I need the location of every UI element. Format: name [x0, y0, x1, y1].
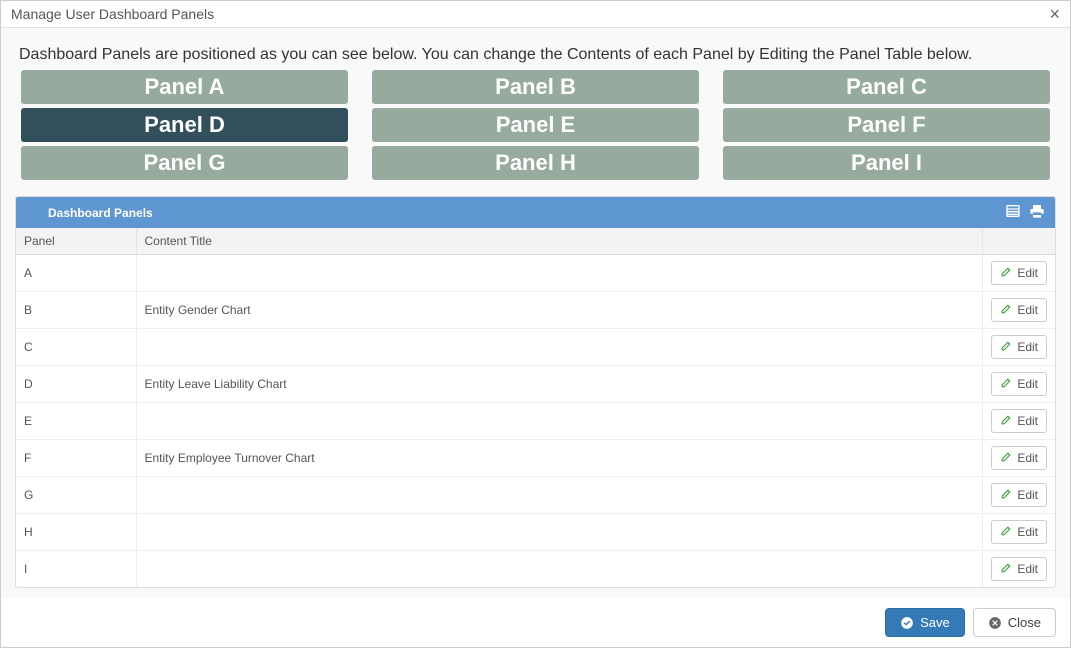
edit-button[interactable]: Edit [991, 335, 1047, 359]
panel-tile-panel-a[interactable]: Panel A [21, 70, 348, 104]
cell-actions: Edit [983, 329, 1055, 366]
edit-button[interactable]: Edit [991, 483, 1047, 507]
card-title: Dashboard Panels [48, 206, 153, 220]
close-circle-icon [988, 616, 1002, 630]
panel-tile-panel-b[interactable]: Panel B [372, 70, 699, 104]
dashboard-panels-card: Dashboard Panels Panel Content Title [15, 196, 1056, 588]
cell-panel: C [16, 329, 136, 366]
panel-position-grid: Panel APanel BPanel CPanel DPanel EPanel… [15, 70, 1056, 182]
cell-content-title: Entity Gender Chart [136, 292, 983, 329]
cell-actions: Edit [983, 403, 1055, 440]
modal-header: Manage User Dashboard Panels × [1, 1, 1070, 28]
edit-button[interactable]: Edit [991, 557, 1047, 581]
edit-icon [1000, 524, 1013, 540]
edit-button[interactable]: Edit [991, 446, 1047, 470]
col-content-title: Content Title [136, 228, 983, 255]
cell-actions: Edit [983, 255, 1055, 292]
edit-label: Edit [1017, 303, 1038, 317]
panel-tile-panel-h[interactable]: Panel H [372, 146, 699, 180]
edit-label: Edit [1017, 525, 1038, 539]
print-icon[interactable] [1029, 203, 1045, 222]
table-row: C Edit [16, 329, 1055, 366]
edit-icon [1000, 376, 1013, 392]
cell-content-title: Entity Leave Liability Chart [136, 366, 983, 403]
edit-button[interactable]: Edit [991, 520, 1047, 544]
cell-content-title [136, 255, 983, 292]
cell-content-title [136, 514, 983, 551]
edit-label: Edit [1017, 562, 1038, 576]
close-button[interactable]: Close [973, 608, 1056, 637]
edit-button[interactable]: Edit [991, 372, 1047, 396]
table-row: DEntity Leave Liability Chart Edit [16, 366, 1055, 403]
cell-content-title: Entity Employee Turnover Chart [136, 440, 983, 477]
modal-body: Dashboard Panels are positioned as you c… [1, 28, 1070, 598]
panel-row: Panel G Panel H Panel I [21, 146, 1050, 182]
panel-row: Panel A Panel B Panel C [21, 70, 1050, 106]
modal-footer: Save Close [1, 598, 1070, 647]
edit-button[interactable]: Edit [991, 409, 1047, 433]
cell-panel: A [16, 255, 136, 292]
edit-icon [1000, 413, 1013, 429]
edit-icon [1000, 265, 1013, 281]
panel-row: Panel D Panel E Panel F [21, 108, 1050, 144]
cell-panel: E [16, 403, 136, 440]
edit-button[interactable]: Edit [991, 298, 1047, 322]
table-row: BEntity Gender Chart Edit [16, 292, 1055, 329]
panel-tile-panel-c[interactable]: Panel C [723, 70, 1050, 104]
modal-title: Manage User Dashboard Panels [11, 6, 214, 22]
table-row: FEntity Employee Turnover Chart Edit [16, 440, 1055, 477]
save-label: Save [920, 615, 950, 630]
table-row: H Edit [16, 514, 1055, 551]
cell-actions: Edit [983, 477, 1055, 514]
cell-actions: Edit [983, 292, 1055, 329]
intro-text: Dashboard Panels are positioned as you c… [19, 46, 1056, 64]
cell-panel: B [16, 292, 136, 329]
edit-icon [1000, 339, 1013, 355]
edit-label: Edit [1017, 451, 1038, 465]
cell-panel: F [16, 440, 136, 477]
edit-button[interactable]: Edit [991, 261, 1047, 285]
panels-table: Panel Content Title AEditBEntity Gender … [16, 228, 1055, 587]
edit-label: Edit [1017, 340, 1038, 354]
panel-tile-panel-d[interactable]: Panel D [21, 108, 348, 142]
panel-tile-panel-i[interactable]: Panel I [723, 146, 1050, 180]
cell-panel: H [16, 514, 136, 551]
save-button[interactable]: Save [885, 608, 965, 637]
edit-label: Edit [1017, 414, 1038, 428]
table-row: A Edit [16, 255, 1055, 292]
edit-label: Edit [1017, 377, 1038, 391]
panel-tile-panel-e[interactable]: Panel E [372, 108, 699, 142]
close-icon[interactable]: × [1049, 5, 1060, 23]
cell-actions: Edit [983, 514, 1055, 551]
table-row: E Edit [16, 403, 1055, 440]
cell-content-title [136, 329, 983, 366]
cell-actions: Edit [983, 366, 1055, 403]
edit-label: Edit [1017, 488, 1038, 502]
edit-icon [1000, 487, 1013, 503]
edit-icon [1000, 561, 1013, 577]
panel-tile-panel-g[interactable]: Panel G [21, 146, 348, 180]
list-icon[interactable] [1005, 203, 1021, 222]
col-panel: Panel [16, 228, 136, 255]
edit-icon [1000, 302, 1013, 318]
table-row: G Edit [16, 477, 1055, 514]
card-header-actions [1005, 203, 1045, 222]
panel-tile-panel-f[interactable]: Panel F [723, 108, 1050, 142]
cell-content-title [136, 403, 983, 440]
cell-actions: Edit [983, 440, 1055, 477]
col-actions [983, 228, 1055, 255]
cell-content-title [136, 477, 983, 514]
edit-icon [1000, 450, 1013, 466]
manage-panels-modal: Manage User Dashboard Panels × Dashboard… [0, 0, 1071, 648]
close-label: Close [1008, 615, 1041, 630]
edit-label: Edit [1017, 266, 1038, 280]
check-circle-icon [900, 616, 914, 630]
card-header: Dashboard Panels [16, 197, 1055, 228]
cell-panel: D [16, 366, 136, 403]
cell-panel: G [16, 477, 136, 514]
